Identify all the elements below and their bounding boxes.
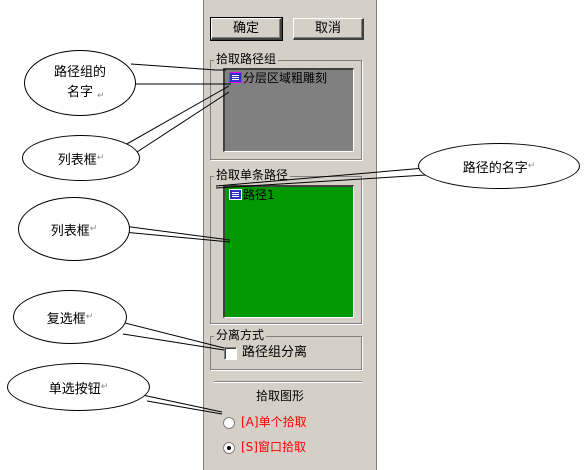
single-path-item-label: 路径1 (243, 188, 275, 202)
callout-radio-button-text: 单选按钮 (48, 381, 101, 397)
single-path-listbox[interactable]: 路径1 (223, 185, 354, 318)
pick-shape-title: 拾取图形 (256, 389, 305, 403)
callout-path-group-name: 路径组的 名字 (24, 50, 136, 116)
divider (214, 381, 362, 382)
callout-checkbox-text: 复选框 (46, 311, 86, 327)
callout-list-box-2: 列表框 ↵ (18, 197, 130, 261)
single-pick-radio[interactable] (223, 417, 235, 429)
path-group-icon (229, 72, 242, 83)
return-mark-2: ↵ (96, 153, 105, 163)
path-group-legend: 拾取路径组 (214, 52, 279, 66)
single-path-list-item[interactable]: 路径1 (229, 188, 275, 202)
callout-list-box-1: 列表框 ↵ (22, 135, 140, 181)
return-mark-1: ↵ (97, 91, 105, 101)
single-path-legend: 拾取单条路径 (214, 168, 291, 182)
callout-list-box-2-text: 列表框 (50, 223, 90, 239)
path-group-list-item[interactable]: 分层区域粗雕刻 (229, 71, 327, 85)
callout-path-name: 路径的名字 ↵ (418, 143, 580, 189)
return-mark-3: ↵ (527, 161, 536, 171)
cancel-button[interactable]: 取消 (293, 18, 364, 40)
path-group-listbox[interactable]: 分层区域粗雕刻 (223, 68, 354, 152)
path-group-separate-label: 路径组分离 (242, 345, 308, 360)
separate-legend: 分离方式 (214, 328, 267, 342)
return-mark-4: ↵ (89, 224, 98, 234)
single-pick-label[interactable]: [A]单个拾取 (241, 415, 307, 429)
ok-button[interactable]: 确定 (210, 17, 283, 41)
callout-list-box-1-text: 列表框 (57, 152, 97, 168)
window-pick-label[interactable]: [S]窗口拾取 (241, 440, 306, 454)
radio-selected-dot (227, 446, 231, 450)
window-pick-radio[interactable] (223, 442, 235, 454)
path-group-item-label: 分层区域粗雕刻 (243, 71, 328, 85)
return-mark-5: ↵ (85, 312, 94, 322)
callout-radio-button: 单选按钮 ↵ (7, 363, 150, 411)
path-icon (229, 189, 242, 200)
dialog-panel: 确定 取消 拾取路径组 分层区域粗雕刻 拾取单条路径 路径1 分离方式 路径组分… (203, 0, 377, 470)
return-mark-6: ↵ (100, 382, 109, 392)
callout-path-name-text: 路径的名字 (462, 160, 528, 176)
callout-checkbox: 复选框 ↵ (13, 290, 127, 344)
path-group-separate-checkbox[interactable] (224, 347, 237, 360)
